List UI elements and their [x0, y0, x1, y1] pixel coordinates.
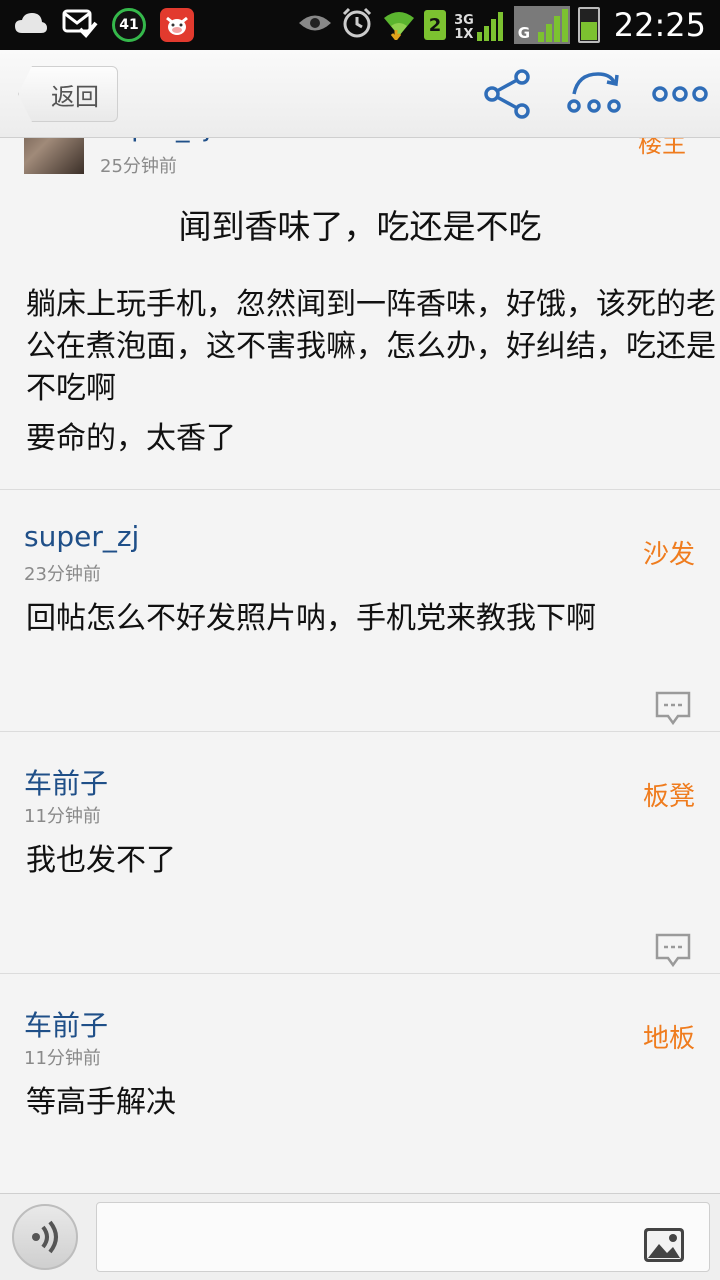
reply-item: 车前子 11分钟前 板凳 我也发不了 [0, 732, 720, 974]
cloud-icon [14, 11, 48, 39]
floor-label: 楼主 [638, 138, 686, 158]
post-username[interactable]: super_zj [100, 138, 211, 143]
original-post: super_zj 25分钟前 楼主 闻到香味了，吃还是不吃 躺床上玩手机，忽然闻… [0, 138, 720, 490]
image-icon[interactable] [643, 1227, 685, 1263]
signal-bars [476, 12, 503, 41]
reply-username[interactable]: 车前子 [24, 762, 108, 802]
voice-icon [32, 1220, 58, 1254]
floor-label: 地板 [642, 1024, 695, 1054]
status-bar-right: 2 3G 1X G 22:25 [298, 4, 706, 46]
voice-input-button[interactable] [12, 1204, 78, 1270]
net-type-bottom: 1X [454, 27, 474, 42]
reply-username[interactable]: super_zj [24, 520, 139, 553]
reply-time: 11分钟前 [24, 806, 101, 827]
net-type-labels: 3G 1X [454, 14, 474, 42]
post-title: 闻到香味了，吃还是不吃 [178, 207, 542, 246]
screen: 41 2 3G 1X G 22:25 返回 25分钟前 楼主 闻到香味了，吃还是… [0, 0, 720, 1280]
post-body: 躺床上玩手机，忽然闻到一阵香味，好饿，该死的老公在煮泡面，这不害我嘛，怎么办，好… [26, 287, 716, 406]
floor-label: 板凳 [642, 782, 695, 812]
reply-username[interactable]: 车前子 [24, 1004, 108, 1044]
back-button[interactable]: 返回 [18, 66, 118, 122]
signal-g-icon: G [513, 6, 570, 44]
reply-text: 我也发不了 [26, 843, 176, 878]
reply-composer [0, 1193, 720, 1280]
reply-input[interactable] [97, 1203, 709, 1271]
status-bar-left: 41 [14, 6, 194, 44]
floor-label: 沙发 [642, 540, 695, 570]
mail-check-icon [62, 7, 98, 43]
battery-fill [580, 22, 597, 40]
nav-header: 返回 [0, 50, 720, 138]
share-icon[interactable] [478, 64, 538, 124]
post-time: 25分钟前 [100, 156, 177, 177]
reply-text: 等高手解决 [26, 1085, 176, 1120]
reply-time: 23分钟前 [24, 564, 101, 585]
more-icon[interactable] [650, 64, 710, 124]
refresh-loop-icon[interactable] [564, 64, 624, 124]
comment-icon[interactable] [654, 689, 692, 727]
avatar[interactable] [24, 138, 84, 174]
g-signal-bars [537, 9, 568, 42]
net-type-top: 3G [454, 13, 474, 28]
signal-3g-icon: 3G 1X [454, 8, 506, 42]
clock: 22:25 [613, 6, 706, 44]
reply-input-box [96, 1202, 710, 1272]
wifi-icon [382, 6, 416, 44]
circle-meter-icon: 41 [112, 8, 146, 42]
reply-text: 回帖怎么不好发照片呐，手机党来教我下啊 [26, 601, 596, 636]
eye-icon [298, 12, 332, 38]
battery-icon [577, 7, 600, 43]
reply-item: 车前子 11分钟前 地板 等高手解决 [0, 974, 720, 1193]
sim2-icon: 2 [424, 10, 447, 40]
reply-item: super_zj 23分钟前 沙发 回帖怎么不好发照片呐，手机党来教我下啊 [0, 490, 720, 732]
alarm-icon [340, 6, 374, 44]
status-bar: 41 2 3G 1X G 22:25 [0, 0, 720, 50]
post-body-line2: 要命的，太香了 [26, 421, 236, 456]
header-actions [478, 64, 710, 124]
reply-time: 11分钟前 [24, 1048, 101, 1069]
cow-app-icon [160, 8, 194, 42]
thread-content: super_zj 25分钟前 楼主 闻到香味了，吃还是不吃 躺床上玩手机，忽然闻… [0, 138, 720, 1193]
comment-icon[interactable] [654, 931, 692, 969]
